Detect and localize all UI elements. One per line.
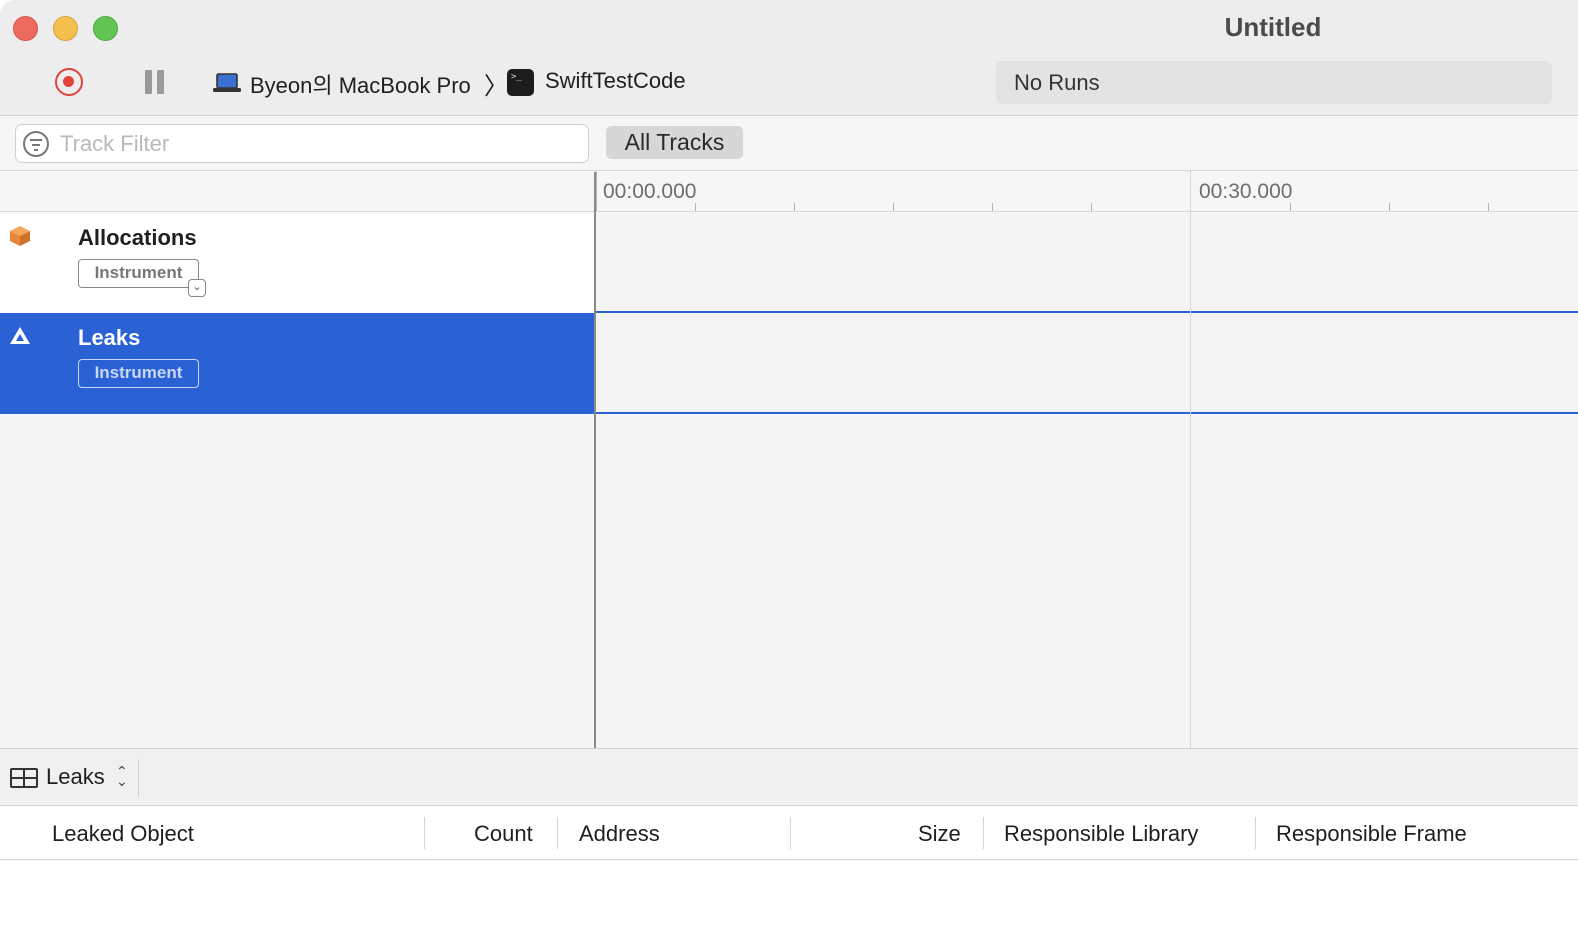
timeline-empty-area xyxy=(596,416,1578,748)
leaks-table-body xyxy=(0,861,1578,934)
column-divider[interactable] xyxy=(790,817,791,849)
detail-view-selector[interactable]: Leaks xyxy=(46,764,105,790)
runs-status-label: No Runs xyxy=(1014,70,1100,95)
ruler-tick xyxy=(1290,203,1291,211)
divider xyxy=(138,759,139,797)
detail-bar: Leaks ⌃ ⌄ xyxy=(0,748,1578,806)
filter-icon xyxy=(23,131,49,157)
ruler-tick xyxy=(1091,203,1092,211)
track-timeline-divider[interactable] xyxy=(594,172,596,748)
runs-status-field[interactable]: No Runs xyxy=(996,61,1552,104)
column-header-count[interactable]: Count xyxy=(474,821,533,847)
leaks-warning-icon xyxy=(10,327,30,344)
ruler-label-30s: 00:30.000 xyxy=(1199,180,1293,203)
laptop-icon xyxy=(213,73,241,92)
instrument-badge: Instrument xyxy=(78,259,199,288)
terminal-icon: >_ xyxy=(507,69,534,96)
track-name: Allocations xyxy=(78,225,197,250)
filter-bar: All Tracks xyxy=(0,117,1578,171)
pause-button[interactable] xyxy=(145,70,165,94)
column-header-responsible-frame[interactable]: Responsible Frame xyxy=(1276,821,1467,847)
close-window-button[interactable] xyxy=(13,16,38,41)
track-allocations[interactable]: Allocations Instrument ⌄ xyxy=(0,213,595,314)
timeline-lane-leaks[interactable] xyxy=(596,314,1578,414)
column-divider[interactable] xyxy=(424,817,425,849)
timeline-lane-allocations[interactable] xyxy=(596,213,1578,313)
column-header-leaked-object[interactable]: Leaked Object xyxy=(52,821,194,847)
up-down-chevron-icon[interactable]: ⌃ ⌄ xyxy=(116,764,128,788)
timeline-gridline xyxy=(1190,172,1191,748)
ruler-tick xyxy=(1488,203,1489,211)
track-filter-field[interactable] xyxy=(15,124,589,163)
instruments-window: Untitled Byeon의 MacBook Pro 〉 >_ SwiftTe… xyxy=(0,0,1578,934)
ruler-label-start: 00:00.000 xyxy=(603,180,697,203)
ruler-tick xyxy=(893,203,894,211)
record-button[interactable] xyxy=(55,68,83,96)
column-divider[interactable] xyxy=(1255,817,1256,849)
track-name: Leaks xyxy=(78,325,141,350)
track-leaks[interactable]: Leaks Instrument xyxy=(0,313,595,414)
toolbar: Untitled Byeon의 MacBook Pro 〉 >_ SwiftTe… xyxy=(0,0,1578,116)
ruler-tick xyxy=(596,171,597,211)
target-selector[interactable]: SwiftTestCode xyxy=(545,68,686,94)
all-tracks-button[interactable]: All Tracks xyxy=(606,126,743,159)
breadcrumb-chevron-icon: 〉 xyxy=(484,73,508,100)
track-list-empty-area xyxy=(0,415,594,748)
track-filter-input[interactable] xyxy=(60,131,580,157)
column-header-responsible-library[interactable]: Responsible Library xyxy=(1004,821,1198,847)
zoom-window-button[interactable] xyxy=(93,16,118,41)
ruler-tick xyxy=(1389,203,1390,211)
ruler-tick xyxy=(695,203,696,211)
column-header-address[interactable]: Address xyxy=(579,821,660,847)
timeline-ruler[interactable]: 00:00.000 00:30.000 xyxy=(596,171,1578,212)
ruler-tick xyxy=(992,203,993,211)
column-header-size[interactable]: Size xyxy=(918,821,961,847)
window-title: Untitled xyxy=(1224,12,1322,42)
instrument-badge: Instrument xyxy=(78,359,199,388)
table-header: Leaked Object Count Address Size Respons… xyxy=(0,807,1578,860)
ruler-tick xyxy=(794,203,795,211)
table-grid-icon[interactable] xyxy=(10,768,38,788)
column-divider[interactable] xyxy=(983,817,984,849)
device-selector[interactable]: Byeon의 MacBook Pro xyxy=(250,68,471,100)
column-divider[interactable] xyxy=(557,817,558,849)
chevron-down-icon[interactable]: ⌄ xyxy=(188,279,206,297)
allocations-cube-icon xyxy=(10,226,30,246)
minimize-window-button[interactable] xyxy=(53,16,78,41)
track-list-header xyxy=(0,172,595,212)
